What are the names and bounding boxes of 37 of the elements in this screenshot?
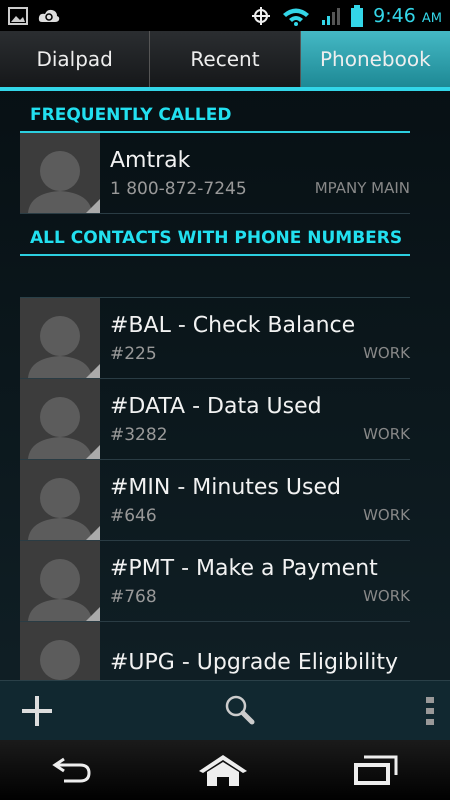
battery-icon xyxy=(351,4,364,26)
signal-icon xyxy=(321,6,342,26)
phone-number: #3282 xyxy=(110,424,168,444)
add-icon[interactable] xyxy=(20,694,54,728)
number-type: WORK xyxy=(363,344,410,364)
sync-cloud-icon xyxy=(38,8,60,24)
contact-name: #BAL - Check Balance xyxy=(110,312,356,338)
avatar-icon xyxy=(20,622,100,680)
phone-number: #646 xyxy=(110,506,157,526)
number-type: MPANY MAIN xyxy=(314,178,410,198)
avatar-icon xyxy=(20,379,100,459)
back-icon[interactable] xyxy=(52,755,92,785)
clock: 9:46 AM xyxy=(373,4,442,26)
number-type: WORK xyxy=(363,586,410,606)
picture-icon xyxy=(8,6,28,24)
contact-name: #UPG - Upgrade Eligibility xyxy=(110,650,399,674)
avatar-icon xyxy=(20,133,100,213)
phone-number: 1 800-872-7245 xyxy=(110,178,247,198)
contact-name: #PMT - Make a Payment xyxy=(110,556,379,580)
avatar-icon xyxy=(20,298,100,378)
avatar-icon xyxy=(20,460,100,540)
contact-name: #DATA - Data Used xyxy=(110,394,323,418)
wifi-icon xyxy=(281,6,312,26)
number-type: WORK xyxy=(363,506,410,526)
home-icon[interactable] xyxy=(196,753,249,787)
contact-name: Amtrak xyxy=(110,148,192,172)
gps-icon xyxy=(251,6,272,26)
phone-number: #225 xyxy=(110,344,157,364)
avatar-icon xyxy=(20,541,100,621)
recent-apps-icon[interactable] xyxy=(354,755,398,785)
overflow-menu-icon[interactable] xyxy=(426,696,434,724)
phone-number: #768 xyxy=(110,586,157,606)
search-icon[interactable] xyxy=(224,694,256,728)
tab[interactable]: Dialpad xyxy=(0,31,150,87)
section-header: ALL CONTACTS WITH PHONE NUMBERS xyxy=(20,228,410,256)
contact-name: #MIN - Minutes Used xyxy=(110,474,342,500)
number-type: WORK xyxy=(363,424,410,444)
